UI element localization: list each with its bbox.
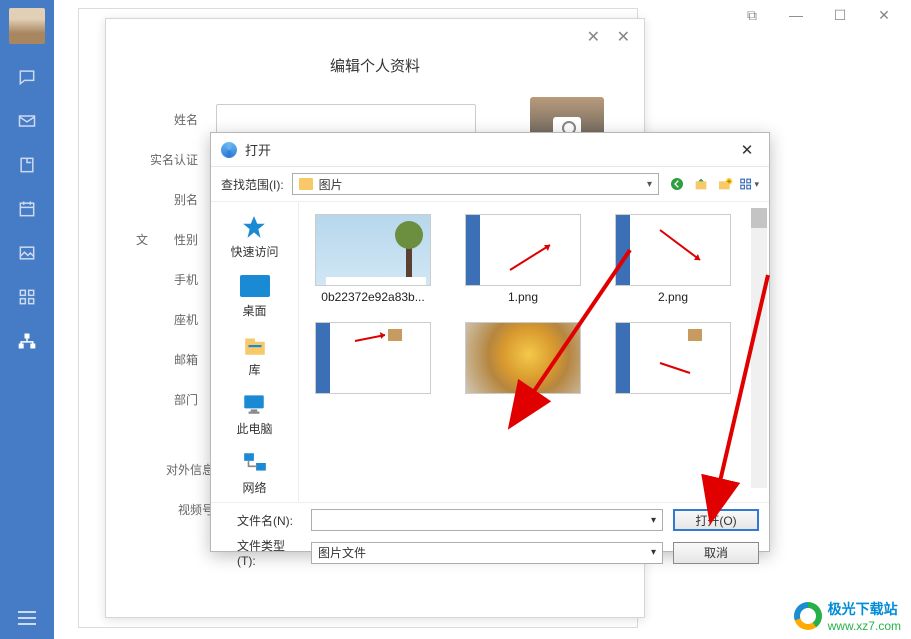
folder-icon	[299, 178, 313, 190]
label-landline: 座机	[136, 311, 216, 328]
place-libraries-label: 库	[248, 361, 260, 378]
place-quickaccess-label: 快速访问	[230, 243, 278, 260]
filetype-label: 文件类型(T):	[221, 537, 301, 568]
label-mobile: 手机	[136, 271, 216, 288]
file-thumbnail	[465, 214, 581, 286]
chevron-down-icon: ▾	[647, 179, 652, 190]
label-name: 姓名	[136, 111, 216, 128]
place-desktop[interactable]: 桌面	[238, 269, 272, 322]
label-email: 邮箱	[136, 351, 216, 368]
watermark: 极光下载站 www.xz7.com	[794, 599, 901, 633]
watermark-url: www.xz7.com	[828, 619, 901, 633]
org-icon[interactable]	[16, 330, 38, 352]
lookin-select[interactable]: 图片 ▾	[292, 173, 659, 195]
watermark-logo-icon	[794, 602, 822, 630]
close-button[interactable]: ✕	[869, 0, 899, 30]
file-item[interactable]	[613, 322, 733, 398]
profile-detach-button[interactable]: ✕	[587, 27, 600, 47]
filetype-value: 图片文件	[318, 544, 366, 561]
file-thumbnail	[615, 214, 731, 286]
doc-icon[interactable]	[16, 154, 38, 176]
window-titlebar: ⧉ — ☐ ✕	[737, 0, 911, 30]
dialog-header: 打开 ✕	[211, 133, 769, 167]
place-network-label: 网络	[242, 479, 266, 496]
nav-view-icon[interactable]: ▾	[739, 174, 759, 194]
file-thumbnail	[465, 322, 581, 394]
calendar-icon[interactable]	[16, 198, 38, 220]
open-button[interactable]: 打开(O)	[673, 509, 759, 531]
nav-up-icon[interactable]	[691, 174, 711, 194]
filename-input[interactable]: ▾	[311, 509, 663, 531]
file-thumbnail	[615, 322, 731, 394]
watermark-brand: 极光下载站	[828, 599, 901, 619]
chat-icon[interactable]	[16, 66, 38, 88]
app-logo-icon	[221, 142, 237, 158]
file-scrollbar[interactable]	[751, 208, 767, 488]
file-list: 0b22372e92a83b... 1.png 2.png	[299, 202, 769, 502]
place-thispc-label: 此电脑	[236, 420, 272, 437]
chevron-down-icon: ▾	[651, 515, 656, 526]
places-bar: 快速访问 桌面 库 此电脑 网络	[211, 202, 299, 502]
cancel-button[interactable]: 取消	[673, 542, 759, 564]
lookin-value: 图片	[319, 176, 343, 193]
file-item[interactable]: 1.png	[463, 214, 583, 304]
place-quickaccess[interactable]: 快速访问	[230, 210, 278, 263]
lookin-label: 查找范围(I):	[221, 176, 284, 193]
place-desktop-label: 桌面	[242, 302, 266, 319]
file-name: 2.png	[658, 290, 688, 304]
image-icon[interactable]	[16, 242, 38, 264]
profile-title: 编辑个人资料	[330, 55, 420, 76]
multiwindow-button[interactable]: ⧉	[737, 0, 767, 30]
dialog-close-button[interactable]: ✕	[735, 138, 759, 162]
nav-newfolder-icon[interactable]	[715, 174, 735, 194]
mail-icon[interactable]	[16, 110, 38, 132]
file-item[interactable]: 0b22372e92a83b...	[313, 214, 433, 304]
file-thumbnail	[315, 322, 431, 394]
minimize-button[interactable]: —	[781, 0, 811, 30]
chevron-down-icon: ▾	[651, 547, 656, 558]
profile-close-button[interactable]: ✕	[617, 27, 630, 47]
label-extra: 文	[136, 231, 162, 248]
file-name: 0b22372e92a83b...	[321, 290, 424, 304]
open-file-dialog: 打开 ✕ 查找范围(I): 图片 ▾ ▾	[210, 132, 770, 552]
label-realname: 实名认证	[136, 151, 216, 168]
input-name[interactable]	[216, 104, 476, 134]
label-dept: 部门	[136, 391, 216, 408]
app-sidebar	[0, 0, 54, 639]
label-alias: 别名	[136, 191, 216, 208]
place-thispc[interactable]: 此电脑	[236, 387, 272, 440]
filetype-select[interactable]: 图片文件 ▾	[311, 542, 663, 564]
maximize-button[interactable]: ☐	[825, 0, 855, 30]
file-item[interactable]: 2.png	[613, 214, 733, 304]
file-item-selected[interactable]	[463, 322, 583, 398]
dialog-toolbar: 查找范围(I): 图片 ▾ ▾	[211, 167, 769, 202]
file-thumbnail	[315, 214, 431, 286]
file-name: 1.png	[508, 290, 538, 304]
label-gender: 性别	[162, 231, 216, 248]
place-libraries[interactable]: 库	[238, 328, 272, 381]
filename-label: 文件名(N):	[221, 512, 301, 529]
apps-icon[interactable]	[16, 286, 38, 308]
nav-back-icon[interactable]	[667, 174, 687, 194]
file-item[interactable]	[313, 322, 433, 398]
dialog-title: 打开	[245, 140, 271, 159]
menu-icon[interactable]	[0, 611, 54, 625]
place-network[interactable]: 网络	[238, 446, 272, 499]
avatar[interactable]	[9, 8, 45, 44]
dialog-footer: 文件名(N): ▾ 打开(O) 文件类型(T): 图片文件 ▾ 取消	[211, 502, 769, 574]
